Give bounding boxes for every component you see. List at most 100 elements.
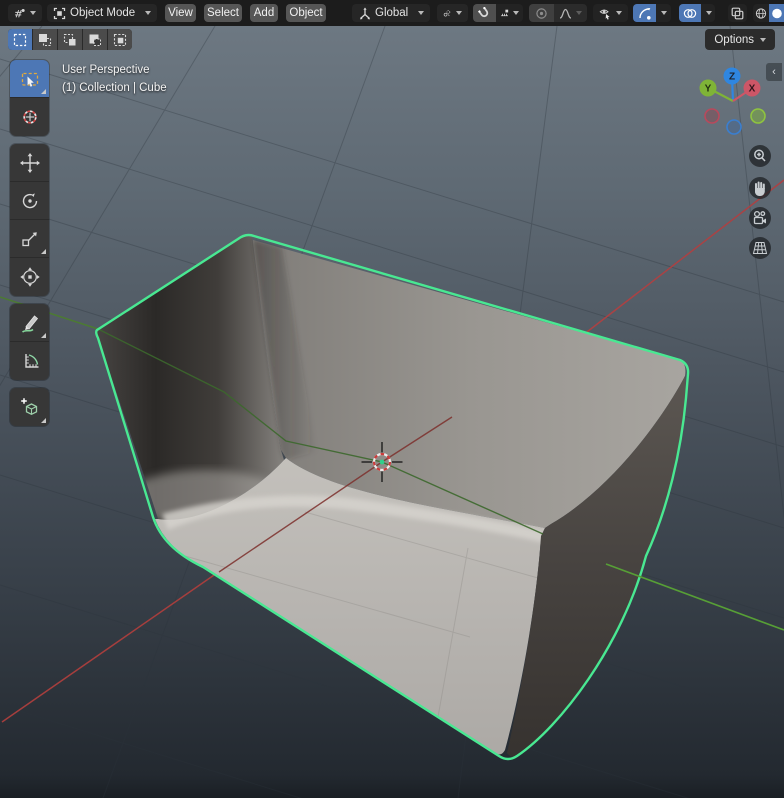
orientation-axes-icon: [358, 7, 371, 20]
gizmos-dropdown[interactable]: [656, 4, 671, 22]
options-dropdown[interactable]: Options: [705, 29, 775, 50]
gizmo-visibility-icon: [599, 6, 611, 20]
select-mode-group: [8, 29, 132, 50]
select-mode-subtract[interactable]: [58, 29, 83, 50]
snap-increment-icon: [500, 7, 509, 19]
magnet-icon: [478, 7, 491, 20]
proportional-editing-group: [529, 4, 587, 22]
shading-mode-group: [753, 4, 784, 22]
pivot-point-dropdown[interactable]: [437, 4, 468, 22]
select-intersect-icon: [112, 32, 128, 48]
sidebar-toggle-tab[interactable]: ‹: [766, 63, 782, 81]
subtool-indicator: [41, 249, 46, 254]
blender-window: Object Mode View Select Add Object Globa…: [0, 0, 784, 798]
tool-transform[interactable]: [10, 258, 49, 296]
collection-context-label: (1) Collection | Cube: [62, 79, 167, 97]
snap-target-dropdown[interactable]: [496, 4, 523, 22]
proportional-editing-toggle[interactable]: [529, 4, 554, 22]
select-box-icon: [19, 68, 41, 90]
chevron-down-icon: [661, 11, 667, 15]
tool-rotate[interactable]: [10, 182, 49, 220]
options-label: Options: [714, 34, 754, 46]
camera-view-button[interactable]: [748, 206, 772, 230]
view-perspective-label: User Perspective: [62, 61, 167, 79]
select-subtract-icon: [62, 32, 78, 48]
subtool-indicator: [41, 333, 46, 338]
menu-add[interactable]: Add: [250, 4, 278, 22]
object-origin-dot: [380, 460, 385, 465]
wireframe-shading-icon: [755, 7, 767, 20]
tool-cursor[interactable]: [10, 98, 49, 136]
gizmos-icon: [638, 7, 651, 20]
show-gizmo-dropdown[interactable]: [593, 4, 628, 22]
perspective-toggle-button[interactable]: [748, 236, 772, 260]
transform-icon: [19, 266, 41, 288]
mode-selector-dropdown[interactable]: Object Mode: [47, 4, 157, 22]
subtool-indicator: [41, 418, 46, 423]
chevron-down-icon: [145, 11, 151, 15]
editor-type-3d-viewport-icon: [14, 7, 25, 20]
select-mode-set[interactable]: [8, 29, 33, 50]
zoom-button[interactable]: [748, 144, 772, 168]
chevron-down-icon: [513, 11, 519, 15]
proportional-circle-icon: [535, 7, 548, 20]
gizmo-y-label: Y: [705, 84, 712, 95]
overlays-toggle-button[interactable]: [679, 4, 701, 22]
3d-cursor-tool-icon: [19, 106, 41, 128]
gizmo-axis-x-neg[interactable]: [705, 109, 719, 123]
chevron-down-icon: [706, 11, 712, 15]
gizmo-axis-z-neg[interactable]: [727, 120, 741, 134]
mode-label: Object Mode: [70, 7, 135, 19]
select-invert-icon: [87, 32, 103, 48]
overlays-icon: [683, 7, 697, 20]
viewport-info-text: User Perspective (1) Collection | Cube: [62, 61, 167, 97]
tool-move[interactable]: [10, 144, 49, 182]
menu-object[interactable]: Object: [286, 4, 326, 22]
viewport-3d-scene[interactable]: [0, 0, 784, 798]
chevron-down-icon: [418, 11, 424, 15]
overlays-dropdown[interactable]: [701, 4, 715, 22]
tool-add-cube[interactable]: [10, 388, 49, 426]
viewport-header: Object Mode View Select Add Object Globa…: [0, 0, 784, 26]
snap-toggle-button[interactable]: [473, 4, 496, 22]
gizmo-axis-y-neg[interactable]: [751, 109, 765, 123]
move-icon: [19, 152, 41, 174]
editor-type-button[interactable]: [8, 4, 42, 22]
chevron-down-icon: [576, 11, 582, 15]
object-mode-icon: [53, 7, 66, 20]
select-extend-icon: [37, 32, 53, 48]
tool-shelf: [10, 60, 49, 434]
tool-scale[interactable]: [10, 220, 49, 258]
chevron-down-icon: [616, 11, 622, 15]
gizmo-z-label: Z: [729, 72, 735, 83]
transform-orientation-dropdown[interactable]: Global: [352, 4, 430, 22]
select-mode-intersect[interactable]: [108, 29, 132, 50]
shading-wireframe-button[interactable]: [753, 4, 769, 22]
xray-toggle-button[interactable]: [728, 4, 747, 22]
xray-icon: [731, 7, 744, 20]
tool-select-box[interactable]: [10, 60, 49, 98]
measure-icon: [19, 350, 41, 372]
pan-button[interactable]: [748, 176, 772, 200]
tool-annotate[interactable]: [10, 304, 49, 342]
chevron-down-icon: [456, 11, 462, 15]
tool-measure[interactable]: [10, 342, 49, 380]
rotate-icon: [19, 190, 41, 212]
menu-view[interactable]: View: [165, 4, 196, 22]
add-cube-icon: [19, 396, 41, 418]
falloff-curve-icon: [559, 7, 572, 20]
gizmos-toggle-button[interactable]: [633, 4, 656, 22]
chevron-down-icon: [760, 38, 766, 42]
proportional-falloff-dropdown[interactable]: [554, 4, 587, 22]
annotate-pencil-icon: [19, 312, 41, 334]
overlays-toggle-group: [679, 4, 715, 22]
select-mode-extend[interactable]: [33, 29, 58, 50]
menu-select[interactable]: Select: [204, 4, 242, 22]
solid-shading-icon: [771, 7, 783, 20]
gizmos-toggle-group: [633, 4, 671, 22]
shading-solid-button[interactable]: [769, 4, 784, 22]
gizmo-x-label: X: [749, 84, 756, 95]
select-mode-invert[interactable]: [83, 29, 108, 50]
snapping-group: [473, 4, 523, 22]
orientation-label: Global: [375, 7, 408, 19]
